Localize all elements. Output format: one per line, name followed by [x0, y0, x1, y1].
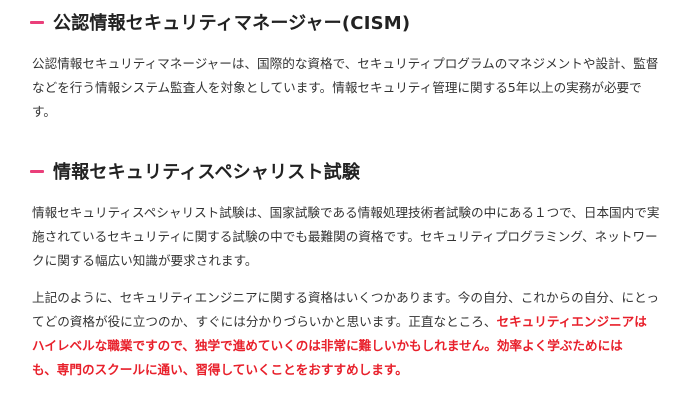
paragraph-line: 施されているセキュリティに関する試験の中でも最難関の資格です。セキュリティプログ… — [32, 229, 658, 244]
paragraph-line: クに関する幅広い知識が要求されます。 — [32, 253, 258, 268]
emphasis-line: ハイレベルな職業ですので、独学で進めていくのは非常に難しいかもしれません。効率よ… — [32, 338, 623, 353]
heading-title: 公認情報セキュリティマネージャー(CISM) — [53, 13, 411, 34]
paragraph-line: す。 — [32, 104, 56, 119]
heading-accent-bar — [30, 20, 44, 24]
emphasis-line: も、専門のスクールに通い、習得していくことをおすすめします。 — [32, 362, 408, 377]
heading-accent-bar — [30, 169, 44, 173]
paragraph-line: 情報セキュリティスペシャリスト試験は、国家試験である情報処理技術者試験の中にある… — [32, 205, 660, 220]
paragraph-specialist: 情報セキュリティスペシャリスト試験は、国家試験である情報処理技術者試験の中にある… — [32, 201, 662, 273]
paragraph-line: 上記のように、セキュリティエンジニアに関する資格はいくつかあります。今の自分、こ… — [32, 290, 659, 305]
paragraph-line: などを行う情報システム監査人を対象としています。情報セキュリティ管理に関する5年… — [32, 80, 642, 95]
section-heading-specialist: 情報セキュリティスペシャリスト試験 — [30, 157, 360, 185]
heading-title: 情報セキュリティスペシャリスト試験 — [53, 162, 361, 183]
paragraph-line: てどの資格が役に立つのか、すぐには分かりづらいかと思います。正直なところ、セキュ… — [32, 310, 662, 334]
paragraph-summary: 上記のように、セキュリティエンジニアに関する資格はいくつかあります。今の自分、こ… — [32, 286, 662, 382]
article-content: 公認情報セキュリティマネージャー(CISM) 公認情報セキュリティマネージャーは… — [0, 0, 700, 410]
emphasis-text: セキュリティエンジニアは — [496, 314, 647, 329]
plain-text: てどの資格が役に立つのか、すぐには分かりづらいかと思います。正直なところ、 — [32, 314, 497, 329]
paragraph-line: 公認情報セキュリティマネージャーは、国際的な資格で、セキュリティプログラムのマネ… — [32, 56, 659, 71]
paragraph-cism: 公認情報セキュリティマネージャーは、国際的な資格で、セキュリティプログラムのマネ… — [32, 52, 662, 124]
section-heading-cism: 公認情報セキュリティマネージャー(CISM) — [30, 8, 410, 36]
